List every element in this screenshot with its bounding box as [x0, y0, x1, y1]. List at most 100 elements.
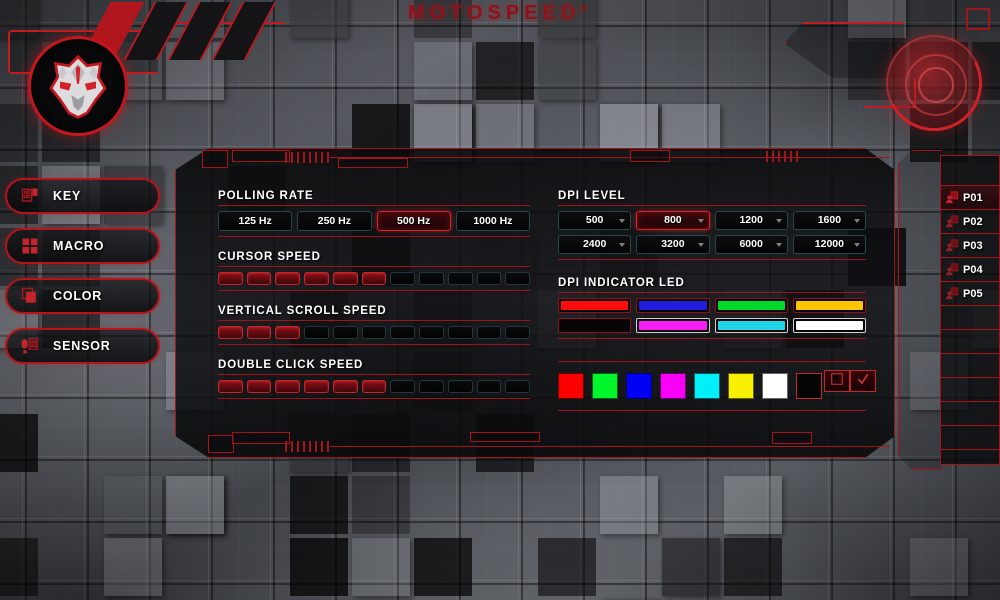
profile-card-icon — [945, 190, 960, 205]
color-swatch-blue[interactable] — [626, 373, 652, 399]
color-swatch-red[interactable] — [558, 373, 584, 399]
dpi-level-dropdown[interactable]: 1200 — [714, 211, 788, 230]
sidebar-item-macro[interactable]: MACRO — [5, 228, 160, 264]
dpi-indicator-led-yellow[interactable] — [792, 298, 866, 313]
color-swatch-black[interactable] — [796, 373, 822, 399]
dpi-indicator-led-red[interactable] — [558, 298, 632, 313]
apply-button[interactable] — [850, 370, 876, 392]
polling-rate-option[interactable]: 1000 Hz — [455, 211, 530, 231]
vertical-scroll-speed-segment[interactable] — [390, 326, 416, 339]
cursor-speed-segment[interactable] — [419, 272, 444, 285]
polling-rate-title: POLLING RATE — [218, 190, 314, 202]
motospeed-configurator-window: MOTOSPEED® KEY MACRO COLOR SENSOR POLLING R… — [0, 0, 1000, 600]
cursor-speed-segment[interactable] — [447, 272, 473, 285]
dpi-indicator-led-off[interactable] — [558, 318, 632, 333]
dpi-indicator-led-white[interactable] — [792, 318, 866, 333]
cursor-speed-segment[interactable] — [476, 272, 502, 285]
vertical-scroll-speed-segment[interactable] — [476, 326, 502, 339]
cursor-speed-slider[interactable] — [218, 272, 531, 285]
color-swatch-magenta[interactable] — [660, 373, 686, 399]
cursor-speed-segment[interactable] — [390, 272, 416, 285]
profile-slot-empty[interactable] — [941, 402, 999, 426]
profile-slot-empty[interactable] — [941, 306, 999, 330]
vertical-scroll-speed-segment[interactable] — [505, 326, 531, 339]
dpi-indicator-led-blue[interactable] — [636, 298, 710, 313]
vertical-scroll-speed-segment[interactable] — [304, 326, 329, 339]
profile-slot-empty[interactable] — [941, 378, 999, 402]
profile-item-p03[interactable]: P03 — [941, 234, 999, 258]
vertical-scroll-speed-segment[interactable] — [332, 326, 358, 339]
dpi-indicator-led-green[interactable] — [714, 298, 788, 313]
restore-button[interactable] — [824, 370, 850, 392]
color-swatch-cyan[interactable] — [694, 373, 720, 399]
cursor-speed-title: CURSOR SPEED — [218, 251, 321, 263]
double-click-speed-segment[interactable] — [246, 380, 272, 393]
dpi-level-dropdown[interactable]: 3200 — [636, 235, 710, 254]
profile-slot-empty[interactable] — [941, 354, 999, 378]
polling-rate-option[interactable]: 125 Hz — [218, 211, 293, 231]
profile-item-p01[interactable]: P01 — [941, 186, 999, 210]
led-color-fill — [795, 321, 863, 330]
profile-item-p02[interactable]: P02 — [941, 210, 999, 234]
cursor-speed-segment[interactable] — [505, 272, 531, 285]
vertical-scroll-speed-slider[interactable] — [218, 326, 531, 339]
double-click-speed-segment[interactable] — [505, 380, 531, 393]
double-click-speed-segment[interactable] — [447, 380, 473, 393]
sidebar-nav: KEY MACRO COLOR SENSOR — [5, 178, 160, 378]
vertical-scroll-speed-segment[interactable] — [218, 326, 243, 339]
color-swatch-yellow[interactable] — [728, 373, 754, 399]
double-click-speed-segment[interactable] — [218, 380, 243, 393]
cursor-speed-segment[interactable] — [361, 272, 387, 285]
dpi-level-dropdown[interactable]: 2400 — [558, 235, 632, 254]
sidebar-item-color[interactable]: COLOR — [5, 278, 160, 314]
dpi-indicator-led-grid — [558, 298, 866, 333]
dpi-indicator-led-magenta[interactable] — [636, 318, 710, 333]
vertical-scroll-speed-segment[interactable] — [447, 326, 473, 339]
cursor-speed-segment[interactable] — [218, 272, 243, 285]
dpi-level-dropdown[interactable]: 6000 — [714, 235, 788, 254]
profile-slot-empty[interactable] — [941, 426, 999, 450]
vertical-scroll-speed-segment[interactable] — [361, 326, 387, 339]
polling-rate-option[interactable]: 250 Hz — [297, 211, 372, 231]
double-click-speed-slider[interactable] — [218, 380, 531, 393]
color-swatch-row — [558, 373, 866, 399]
dpi-level-dropdown[interactable]: 500 — [558, 211, 632, 230]
double-click-speed-segment[interactable] — [476, 380, 502, 393]
divider — [558, 292, 866, 293]
cursor-speed-segment[interactable] — [246, 272, 272, 285]
dpi-level-dropdown[interactable]: 12000 — [792, 235, 866, 254]
vertical-scroll-speed-segment[interactable] — [275, 326, 301, 339]
sidebar-item-key[interactable]: KEY — [5, 178, 160, 214]
chevron-down-icon — [854, 243, 860, 247]
double-click-speed-segment[interactable] — [304, 380, 329, 393]
cursor-speed-segment[interactable] — [332, 272, 358, 285]
vertical-scroll-speed-segment[interactable] — [246, 326, 272, 339]
cursor-speed-segment[interactable] — [304, 272, 329, 285]
color-swatch-green[interactable] — [592, 373, 618, 399]
profile-slot-empty[interactable] — [941, 330, 999, 354]
double-click-speed-segment[interactable] — [361, 380, 387, 393]
double-click-speed-segment[interactable] — [419, 380, 444, 393]
dpi-indicator-led-title: DPI INDICATOR LED — [558, 277, 685, 289]
double-click-speed-segment[interactable] — [332, 380, 358, 393]
dpi-level-dropdown[interactable]: 1600 — [792, 211, 866, 230]
divider — [558, 205, 866, 206]
panther-logo — [28, 36, 128, 136]
double-click-speed-segment[interactable] — [390, 380, 416, 393]
cursor-speed-segment[interactable] — [275, 272, 301, 285]
dpi-level-dropdown[interactable]: 800 — [636, 211, 710, 230]
chevron-down-icon — [697, 219, 704, 223]
profile-label: P02 — [963, 215, 983, 228]
color-swatch-white[interactable] — [762, 373, 788, 399]
action-button-row — [824, 370, 876, 392]
dpi-indicator-led-cyan[interactable] — [714, 318, 788, 333]
profile-card-icon — [945, 214, 960, 229]
polling-rate-option[interactable]: 500 Hz — [376, 211, 451, 231]
profile-card-icon — [945, 286, 960, 301]
sidebar-item-sensor[interactable]: SENSOR — [5, 328, 160, 364]
led-color-fill — [717, 301, 785, 310]
double-click-speed-segment[interactable] — [275, 380, 301, 393]
profile-item-p04[interactable]: P04 — [941, 258, 999, 282]
vertical-scroll-speed-segment[interactable] — [419, 326, 444, 339]
profile-item-p05[interactable]: P05 — [941, 282, 999, 306]
